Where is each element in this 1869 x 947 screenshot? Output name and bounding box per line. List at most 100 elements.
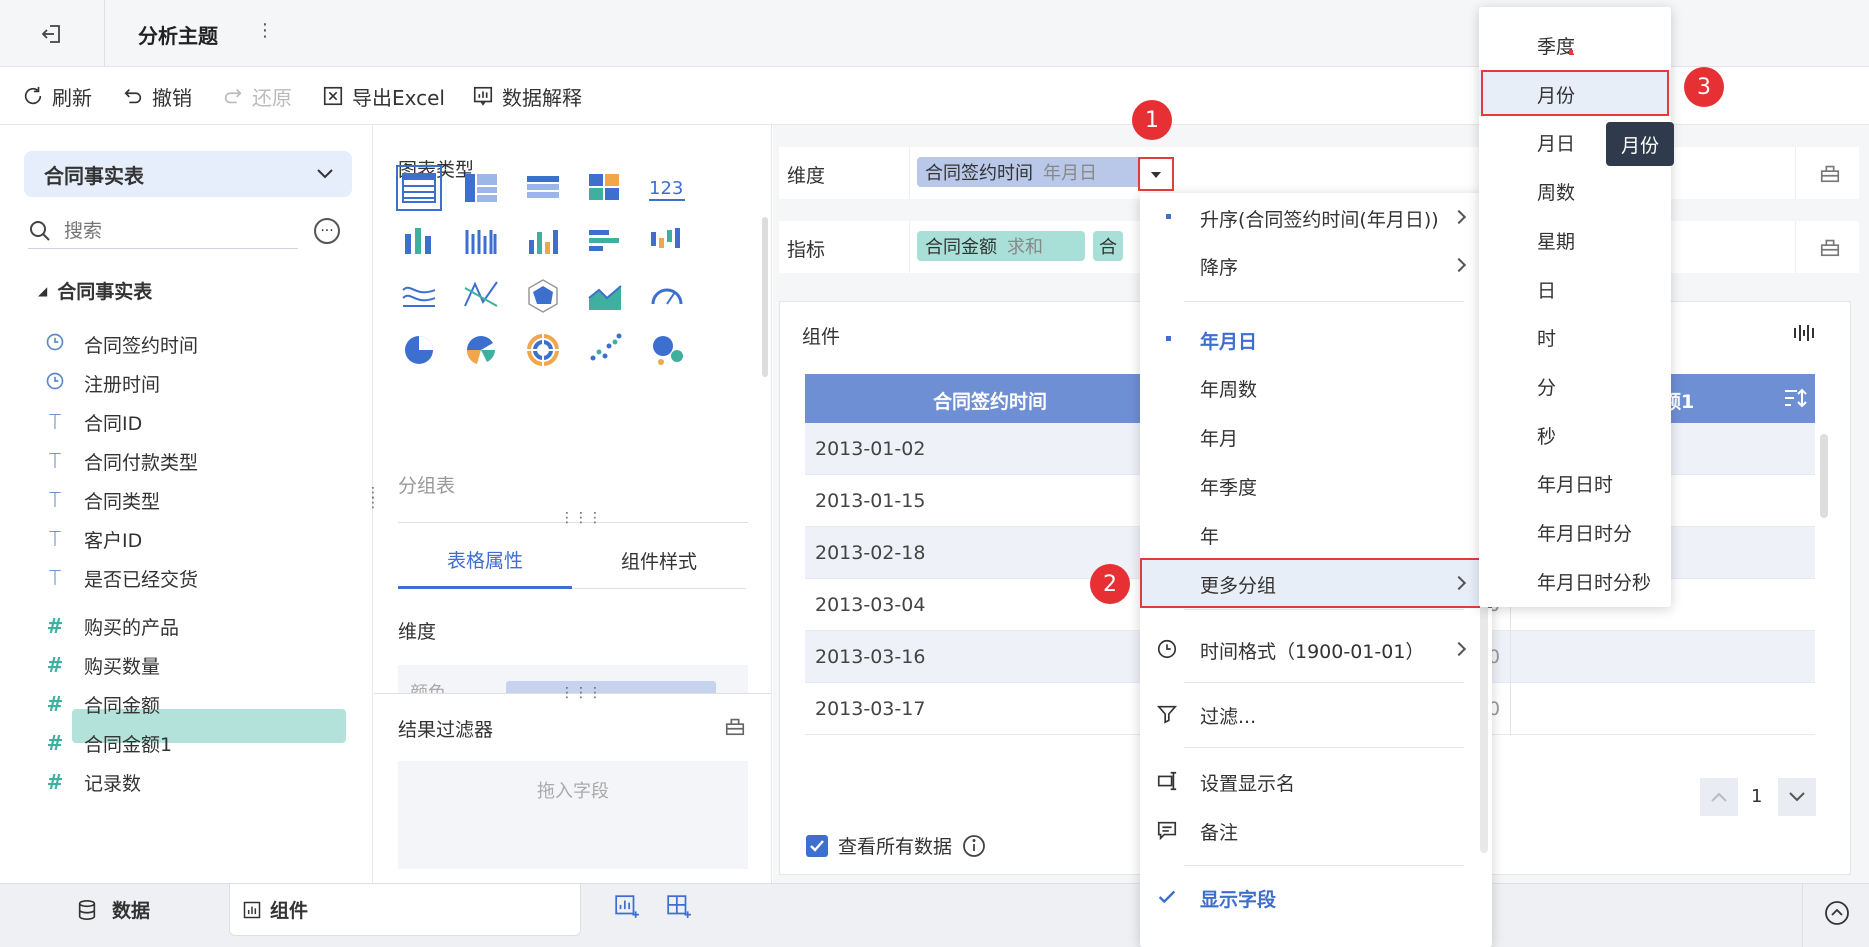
collapse-up-icon[interactable]	[1824, 900, 1850, 926]
submenu-item[interactable]: 时	[1479, 313, 1671, 359]
field-item[interactable]: # 购买的产品	[44, 608, 179, 644]
refresh-button[interactable]: 刷新	[22, 67, 92, 125]
grouped-bar-icon[interactable]	[458, 219, 504, 265]
tab-component[interactable]: 组件	[229, 884, 581, 936]
column-header[interactable]: 合同签约时间	[933, 387, 1047, 414]
exit-icon[interactable]	[36, 18, 68, 50]
search-input[interactable]	[64, 219, 264, 242]
pie-chart-icon[interactable]	[396, 327, 442, 373]
checkbox[interactable]	[806, 834, 828, 857]
export-excel-button[interactable]: 导出Excel	[322, 67, 445, 125]
submenu-item[interactable]: 星期	[1479, 216, 1671, 262]
dimension-chip[interactable]: 合同签约时间 年月日	[917, 157, 1141, 187]
field-item[interactable]: T 客户ID	[44, 521, 142, 557]
sort-icon[interactable]	[1783, 387, 1807, 409]
menu-item[interactable]: 更多分组	[1140, 558, 1492, 608]
more-options-icon[interactable]: ···	[314, 218, 340, 244]
combo-chart-icon[interactable]	[458, 273, 504, 319]
metric-chip[interactable]: 合同金额 求和	[917, 231, 1085, 261]
submenu-item[interactable]: 年月日时分秒	[1479, 557, 1671, 603]
number-chart-icon[interactable]: 123	[644, 165, 690, 211]
table-chart-icon[interactable]	[396, 165, 442, 211]
bubble-icon[interactable]	[644, 327, 690, 373]
scrollbar[interactable]	[762, 217, 768, 377]
tab-component-style[interactable]: 组件样式	[572, 533, 746, 589]
menu-item[interactable]: 时间格式（1900-01-01）	[1140, 625, 1492, 673]
field-item[interactable]: # 合同金额	[44, 686, 160, 722]
field-item[interactable]: T 合同付款类型	[44, 443, 198, 479]
radar-chart-icon[interactable]	[520, 273, 566, 319]
dimension-chip[interactable]	[506, 681, 716, 693]
menu-item[interactable]: 显示字段	[1140, 873, 1492, 921]
dataset-select[interactable]: 合同事实表	[24, 151, 352, 197]
submenu-item[interactable]: 分	[1479, 362, 1671, 408]
cross-table-icon[interactable]	[458, 165, 504, 211]
field-item[interactable]: T 合同类型	[44, 482, 160, 518]
filter-settings-icon[interactable]	[724, 715, 746, 737]
resize-handle-icon[interactable]: ⋮ ⋮	[366, 486, 380, 510]
menu-divider	[1184, 747, 1464, 748]
menu-item[interactable]: 年	[1140, 510, 1492, 558]
metric-chip-label: 合同金额	[925, 237, 997, 258]
metric-chip-2[interactable]: 合	[1093, 231, 1123, 261]
field-item[interactable]: # 购买数量	[44, 647, 160, 683]
menu-item[interactable]: 降序	[1140, 241, 1492, 289]
menu-item[interactable]: 年周数	[1140, 363, 1492, 411]
line-chart-icon[interactable]	[396, 273, 442, 319]
submenu-item[interactable]: 年月日时分	[1479, 508, 1671, 554]
submenu-item[interactable]: 秒	[1479, 411, 1671, 457]
rose-chart-icon[interactable]	[458, 327, 504, 373]
sunburst-icon[interactable]	[520, 327, 566, 373]
filter-drop-zone[interactable]: 拖入字段	[398, 761, 748, 869]
area-chart-icon[interactable]	[582, 273, 628, 319]
page-down-button[interactable]	[1778, 778, 1816, 816]
menu-item[interactable]: 备注	[1140, 806, 1492, 854]
detail-table-icon[interactable]	[520, 165, 566, 211]
scatter-icon[interactable]	[582, 327, 628, 373]
search-box[interactable]	[28, 213, 298, 249]
drag-handle-icon[interactable]: ⋮⋮⋮	[560, 685, 602, 701]
field-item[interactable]: 注册时间	[44, 365, 160, 401]
bar-chart-icon[interactable]	[520, 219, 566, 265]
horizontal-bar-icon[interactable]	[582, 219, 628, 265]
view-all-data[interactable]: 查看所有数据	[806, 832, 986, 859]
redo-button[interactable]: 还原	[222, 67, 292, 125]
submenu-item[interactable]: 年月日时	[1479, 459, 1671, 505]
table-scrollbar[interactable]	[1820, 434, 1828, 518]
undo-button[interactable]: 撤销	[122, 67, 192, 125]
kpi-card-icon[interactable]	[582, 165, 628, 211]
waterfall-icon[interactable]	[644, 219, 690, 265]
submenu-item[interactable]: 日	[1479, 265, 1671, 311]
menu-item[interactable]: 设置显示名	[1140, 757, 1492, 805]
menu-item[interactable]: 年月日	[1140, 315, 1492, 363]
more-icon[interactable]: ⋮	[256, 20, 274, 41]
field-item[interactable]: T 是否已经交货	[44, 560, 198, 596]
drag-handle-icon[interactable]: ⋮⋮⋮	[560, 510, 602, 526]
submenu-item[interactable]: 周数	[1479, 167, 1671, 213]
submenu-item[interactable]: 季度	[1479, 21, 1671, 67]
field-item[interactable]: # 合同金额1	[44, 725, 172, 761]
submenu-item-label: 月日	[1537, 133, 1576, 156]
data-explain-button[interactable]: 数据解释	[472, 67, 582, 125]
page-up-button[interactable]	[1700, 778, 1738, 816]
gauge-icon[interactable]	[644, 273, 690, 319]
chart-toggle-icon[interactable]	[1792, 322, 1816, 344]
add-component-icon[interactable]	[614, 894, 640, 920]
field-item[interactable]: T 合同ID	[44, 404, 142, 440]
menu-item[interactable]: 过滤...	[1140, 690, 1492, 738]
field-item[interactable]: 合同签约时间	[44, 326, 198, 362]
tree-root[interactable]: ◢ 合同事实表	[38, 277, 152, 304]
submenu-item[interactable]: 月份	[1479, 69, 1671, 116]
table-cell: 2013-02-18	[815, 541, 926, 564]
add-dashboard-icon[interactable]	[666, 894, 692, 920]
field-item[interactable]: # 记录数	[44, 764, 141, 800]
settings-box-icon[interactable]	[1819, 236, 1841, 258]
menu-item[interactable]: 年月	[1140, 412, 1492, 460]
settings-box-icon[interactable]	[1819, 162, 1841, 184]
tab-table-properties[interactable]: 表格属性	[398, 533, 572, 589]
menu-item[interactable]: 升序(合同签约时间(年月日))	[1140, 193, 1492, 241]
info-icon[interactable]	[962, 834, 986, 858]
stacked-bar-icon[interactable]	[396, 219, 442, 265]
tab-data[interactable]: 数据	[76, 896, 150, 923]
menu-item[interactable]: 年季度	[1140, 461, 1492, 509]
